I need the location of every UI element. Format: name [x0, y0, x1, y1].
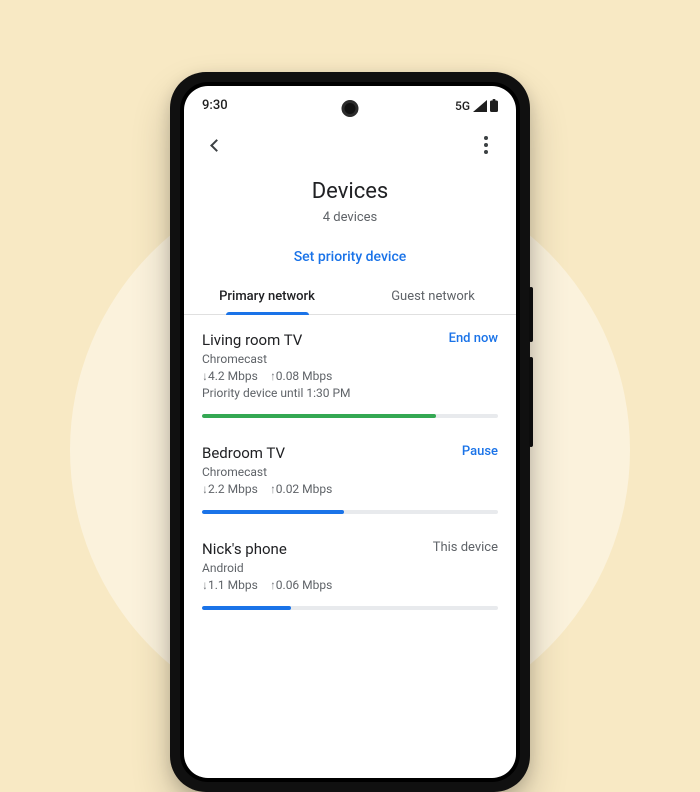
device-name: Nick's phone [202, 540, 287, 558]
download-icon: ↓ [203, 369, 208, 383]
device-item[interactable]: Nick's phone This device Android ↓1.1 Mb… [184, 524, 516, 620]
battery-icon [490, 99, 498, 112]
app-bar [184, 119, 516, 171]
device-up: 0.08 Mbps [276, 369, 333, 383]
upload-icon: ↑ [271, 369, 276, 383]
phone-side-button [529, 357, 533, 447]
device-speeds: ↓4.2 Mbps ↑0.08 Mbps [202, 369, 498, 383]
device-usage-fill [202, 510, 344, 514]
device-usage-fill [202, 414, 436, 418]
overflow-menu-button[interactable] [470, 129, 502, 161]
device-down: 2.2 Mbps [208, 482, 258, 496]
device-name: Bedroom TV [202, 444, 285, 462]
screen: 9:30 5G Devices 4 devices Set priority d… [184, 86, 516, 778]
device-up: 0.02 Mbps [276, 482, 333, 496]
device-list[interactable]: Living room TV End now Chromecast ↓4.2 M… [184, 315, 516, 778]
tab-primary-network[interactable]: Primary network [184, 279, 350, 314]
status-right: 5G [455, 99, 498, 113]
download-icon: ↓ [203, 578, 208, 592]
device-usage-bar [202, 414, 498, 418]
page-title: Devices [184, 179, 516, 204]
phone-frame: 9:30 5G Devices 4 devices Set priority d… [170, 72, 530, 792]
device-type: Chromecast [202, 465, 498, 479]
more-vert-icon [484, 136, 488, 154]
device-usage-bar [202, 510, 498, 514]
device-action-end-now[interactable]: End now [449, 331, 498, 346]
device-action-this-device: This device [433, 540, 498, 555]
device-type: Android [202, 561, 498, 575]
download-icon: ↓ [203, 482, 208, 496]
camera-hole [342, 100, 359, 117]
device-usage-fill [202, 606, 291, 610]
screen-frame: 9:30 5G Devices 4 devices Set priority d… [180, 82, 520, 782]
upload-icon: ↑ [271, 578, 276, 592]
device-speeds: ↓2.2 Mbps ↑0.02 Mbps [202, 482, 498, 496]
device-item[interactable]: Bedroom TV Pause Chromecast ↓2.2 Mbps ↑0… [184, 428, 516, 524]
upload-icon: ↑ [271, 482, 276, 496]
status-network: 5G [455, 99, 470, 113]
device-down: 1.1 Mbps [208, 578, 258, 592]
page-subtitle: 4 devices [184, 210, 516, 225]
device-speeds: ↓1.1 Mbps ↑0.06 Mbps [202, 578, 498, 592]
back-button[interactable] [198, 129, 230, 161]
device-down: 4.2 Mbps [208, 369, 258, 383]
device-usage-bar [202, 606, 498, 610]
tab-guest-network[interactable]: Guest network [350, 279, 516, 314]
status-time: 9:30 [202, 98, 228, 113]
chevron-left-icon [210, 139, 223, 152]
set-priority-device-link[interactable]: Set priority device [184, 227, 516, 279]
page-header: Devices 4 devices [184, 171, 516, 227]
device-up: 0.06 Mbps [276, 578, 333, 592]
signal-icon [473, 100, 487, 112]
network-tabs: Primary network Guest network [184, 279, 516, 315]
device-type: Chromecast [202, 352, 498, 366]
device-priority-note: Priority device until 1:30 PM [202, 386, 498, 400]
device-action-pause[interactable]: Pause [462, 444, 498, 459]
device-name: Living room TV [202, 331, 302, 349]
phone-side-button [529, 287, 533, 342]
device-item[interactable]: Living room TV End now Chromecast ↓4.2 M… [184, 315, 516, 428]
